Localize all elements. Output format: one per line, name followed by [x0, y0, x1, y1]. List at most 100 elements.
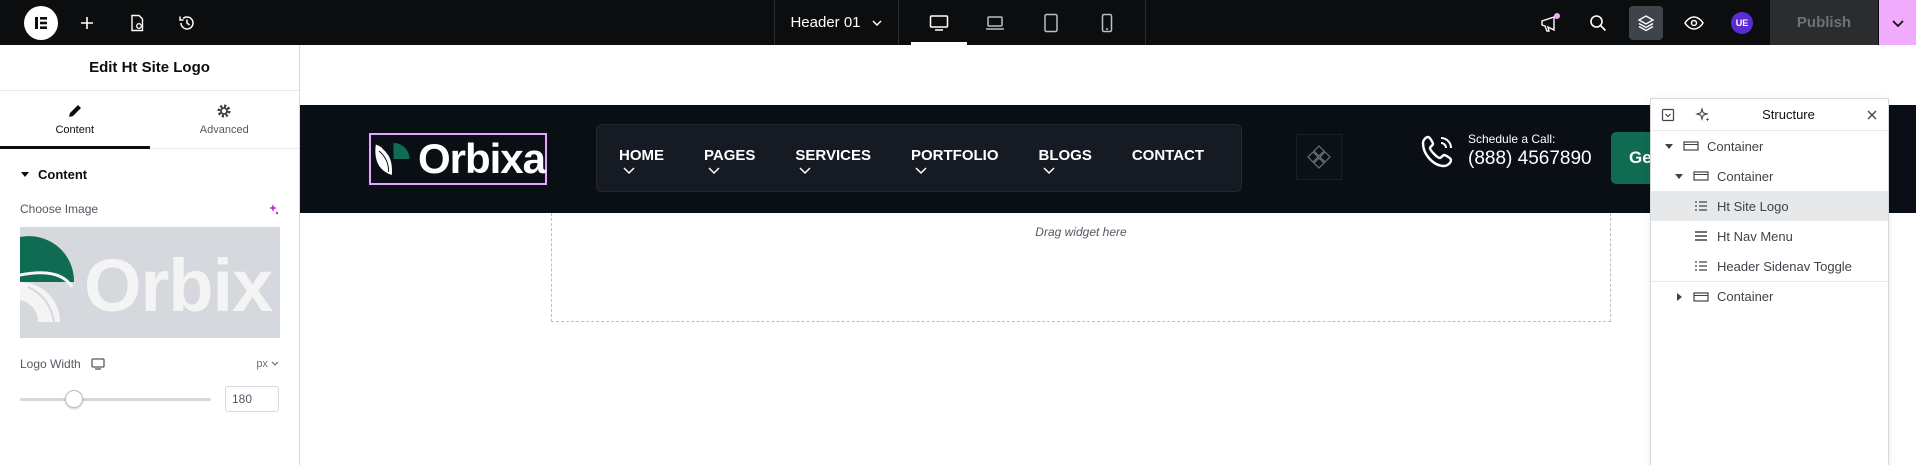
- chevron-down-icon: [915, 166, 927, 174]
- structure-item-ht-site-logo[interactable]: Ht Site Logo: [1651, 191, 1888, 221]
- chevron-down-icon: [1891, 19, 1904, 27]
- editor-top-bar: Header 01 UE Publish: [0, 0, 1916, 45]
- top-bar-right: UE: [1526, 0, 1766, 45]
- content-section-toggle[interactable]: Content: [0, 149, 299, 199]
- structure-item-header-sidenav-toggle[interactable]: Header Sidenav Toggle: [1651, 251, 1888, 281]
- nav-item-contact[interactable]: CONTACT: [1132, 147, 1204, 164]
- caret-right-icon[interactable]: [1674, 292, 1684, 302]
- nav-item-label: CONTACT: [1131, 146, 1205, 164]
- container-icon: [1693, 291, 1709, 302]
- tab-advanced[interactable]: Advanced: [150, 91, 300, 148]
- choose-image-label: Choose Image: [20, 202, 99, 216]
- structure-item-ht-nav-menu[interactable]: Ht Nav Menu: [1651, 221, 1888, 251]
- structure-item-container[interactable]: Container: [1651, 161, 1888, 191]
- tab-content[interactable]: Content: [0, 91, 150, 149]
- structure-panel: Structure Container Container Ht Site Lo…: [1650, 98, 1889, 465]
- image-preview[interactable]: Orbix: [20, 227, 280, 338]
- logo-width-slider-row: [0, 386, 299, 412]
- chevron-down-icon: [872, 19, 882, 26]
- structure-item-label: Container: [1717, 168, 1774, 184]
- plus-icon: [81, 16, 93, 29]
- call-caption: Schedule a Call:: [1468, 132, 1556, 146]
- nav-item-blogs[interactable]: BLOGS: [1039, 147, 1092, 178]
- choose-image-control: Choose Image: [0, 199, 299, 219]
- logo-width-label: Logo Width: [20, 357, 81, 371]
- layers-icon: [1637, 14, 1655, 31]
- logo-width-control: Logo Width px: [0, 354, 299, 374]
- caret-down-icon[interactable]: [1664, 141, 1674, 151]
- chevron-down-icon: [271, 361, 279, 366]
- elementor-logo-button[interactable]: [24, 5, 58, 40]
- site-logo-text: Orbixa: [417, 135, 546, 182]
- structure-item-label: Header Sidenav Toggle: [1717, 258, 1852, 274]
- image-preview-text: Orbix: [84, 244, 273, 327]
- grid-diamond-icon: [1307, 145, 1331, 169]
- nav-item-label: SERVICES: [795, 146, 871, 164]
- tablet-icon: [1044, 13, 1058, 32]
- document-title-dropdown[interactable]: Header 01: [774, 0, 898, 45]
- logo-mark-icon: [20, 236, 75, 323]
- logo-width-slider[interactable]: [20, 389, 211, 408]
- structure-item-label: Ht Site Logo: [1717, 198, 1789, 214]
- pencil-icon: [68, 105, 81, 117]
- chevron-down-icon: [799, 166, 811, 174]
- page-settings-icon: [131, 14, 144, 31]
- device-mobile-button[interactable]: [1079, 0, 1135, 45]
- tab-content-label: Content: [55, 124, 95, 136]
- section-title: Content: [38, 166, 88, 182]
- widget-drop-zone[interactable]: Drag widget here: [551, 213, 1611, 322]
- device-tablet-button[interactable]: [1023, 0, 1079, 45]
- site-logo-widget[interactable]: Orbixa: [369, 133, 547, 185]
- page-settings-button[interactable]: [112, 0, 162, 45]
- unit-selector[interactable]: px: [256, 358, 279, 370]
- eye-icon: [1684, 15, 1704, 30]
- ai-sparkle-icon[interactable]: [1695, 106, 1711, 123]
- publish-options-button[interactable]: [1879, 0, 1916, 45]
- panel-tabs: Content Advanced: [0, 91, 299, 149]
- logo-width-input[interactable]: [225, 386, 279, 412]
- phone-icon: [1421, 135, 1453, 168]
- structure-item-container[interactable]: Container: [1651, 131, 1888, 161]
- nav-item-portfolio[interactable]: PORTFOLIO: [911, 147, 999, 178]
- nav-menu: HOME PAGES SERVICES PORTFOLIO BLOGS CONT…: [596, 124, 1242, 192]
- device-desktop-button[interactable]: [911, 0, 967, 45]
- mobile-icon: [1101, 13, 1113, 32]
- widget-list-icon: [1695, 261, 1707, 271]
- responsive-mode-switcher: [898, 0, 1146, 45]
- structure-item-container[interactable]: Container: [1651, 281, 1888, 311]
- ai-sparkle-icon[interactable]: [267, 203, 279, 215]
- desktop-icon[interactable]: [91, 358, 105, 370]
- add-element-button[interactable]: [62, 0, 112, 45]
- nav-item-services[interactable]: SERVICES: [795, 147, 871, 178]
- whats-new-button[interactable]: [1526, 0, 1574, 45]
- structure-button[interactable]: [1629, 5, 1663, 40]
- search-icon: [1590, 14, 1607, 31]
- container-icon: [1683, 141, 1699, 151]
- widget-list-icon: [1695, 201, 1707, 211]
- publish-button[interactable]: Publish: [1770, 0, 1878, 45]
- call-phone-number[interactable]: (888) 4567890: [1468, 148, 1592, 170]
- elementor-logo-icon: [35, 16, 47, 29]
- document-title: Header 01: [790, 14, 861, 31]
- close-icon[interactable]: [1866, 109, 1878, 121]
- nav-item-label: BLOGS: [1038, 146, 1092, 164]
- device-laptop-button[interactable]: [967, 0, 1023, 45]
- finder-search-button[interactable]: [1574, 0, 1622, 45]
- user-account-button[interactable]: UE: [1718, 0, 1766, 45]
- chevron-down-icon: [1042, 166, 1055, 174]
- caret-down-icon[interactable]: [1674, 171, 1684, 181]
- history-button[interactable]: [162, 0, 212, 45]
- preview-button[interactable]: [1670, 0, 1718, 45]
- nav-item-pages[interactable]: PAGES: [704, 147, 755, 178]
- structure-item-label: Ht Nav Menu: [1717, 228, 1793, 244]
- nav-item-label: PAGES: [704, 146, 756, 164]
- menu-icon: [1695, 231, 1707, 241]
- structure-item-label: Container: [1707, 138, 1764, 154]
- collapse-all-icon[interactable]: [1661, 108, 1675, 122]
- nav-item-home[interactable]: HOME: [619, 147, 664, 178]
- header-sidenav-toggle[interactable]: [1296, 134, 1342, 180]
- slider-thumb[interactable]: [64, 389, 83, 408]
- unit-label: px: [256, 358, 268, 370]
- structure-item-label: Container: [1717, 289, 1774, 304]
- top-bar-left: [0, 0, 212, 45]
